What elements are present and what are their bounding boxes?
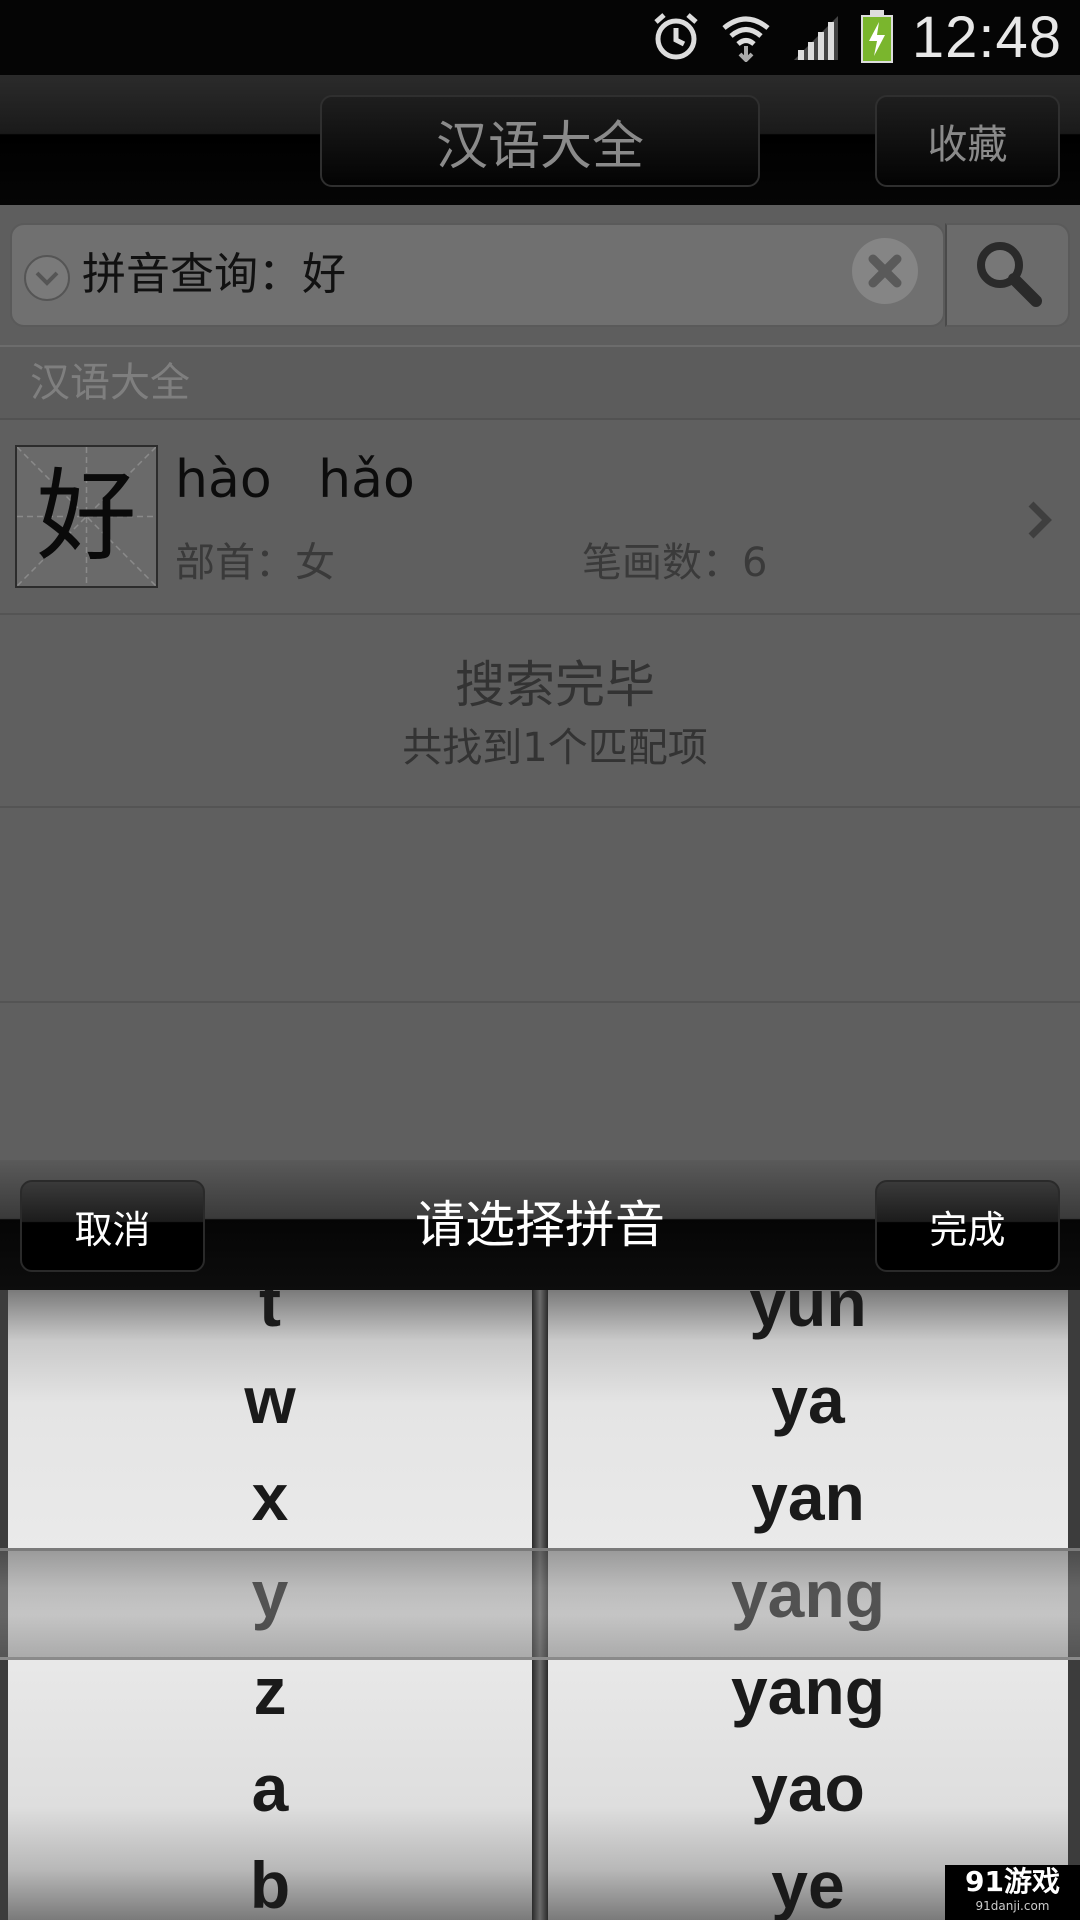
section-header: 汉语大全 xyxy=(0,345,1080,420)
picker-title: 请选择拼音 xyxy=(415,1196,665,1254)
search-status: 搜索完毕 共找到1个匹配项 xyxy=(0,615,1080,808)
done-button[interactable]: 完成 xyxy=(875,1180,1060,1272)
section-header-label: 汉语大全 xyxy=(30,360,190,406)
results-list: 好 hào hǎo 部首：女 笔画数：6 搜索完毕 共找到1个匹配项 xyxy=(0,420,1080,1160)
wheel-item-selected[interactable]: yang xyxy=(548,1546,1068,1643)
wheel-item[interactable]: ya xyxy=(548,1352,1068,1449)
search-area: 拼音查询：好 xyxy=(0,205,1080,345)
wheel-divider xyxy=(532,1290,548,1920)
search-input[interactable]: 拼音查询：好 xyxy=(10,223,945,327)
favorites-button[interactable]: 收藏 xyxy=(875,95,1060,187)
dropdown-icon[interactable] xyxy=(24,255,70,301)
wheel-item[interactable]: yao xyxy=(548,1740,1068,1837)
status-bar: 12:48 xyxy=(0,0,1080,75)
chevron-right-icon xyxy=(1025,500,1055,544)
initial-wheel[interactable]: t w x y z a b xyxy=(8,1290,532,1920)
wheel-item[interactable]: b xyxy=(8,1837,532,1920)
wheel-item[interactable]: z xyxy=(8,1643,532,1740)
wheel-item[interactable]: x xyxy=(8,1449,532,1546)
watermark-logo: 91游戏 91danji.com xyxy=(945,1865,1080,1920)
search-icon xyxy=(972,237,1044,313)
search-complete-title: 搜索完毕 xyxy=(455,656,655,714)
watermark-sub: 91danji.com xyxy=(975,1899,1050,1913)
empty-row xyxy=(0,808,1080,1003)
character-glyph: 好 xyxy=(36,458,137,575)
cancel-button[interactable]: 取消 xyxy=(20,1180,205,1272)
watermark-main: 91游戏 xyxy=(965,1865,1060,1898)
signal-icon xyxy=(790,10,842,66)
wheel-item[interactable]: yan xyxy=(548,1449,1068,1546)
status-icons: 12:48 xyxy=(650,0,1062,75)
search-query-text: 拼音查询：好 xyxy=(82,249,346,300)
status-time: 12:48 xyxy=(911,5,1062,70)
wheel-item[interactable]: a xyxy=(8,1740,532,1837)
list-item[interactable]: 好 hào hǎo 部首：女 笔画数：6 xyxy=(0,420,1080,615)
final-wheel[interactable]: yun ya yan yang yang yao ye xyxy=(548,1290,1068,1920)
wifi-icon xyxy=(720,10,772,66)
app-title: 汉语大全 xyxy=(320,95,760,187)
wheel-item[interactable]: yun xyxy=(548,1290,1068,1352)
alarm-icon xyxy=(650,10,702,66)
clear-icon[interactable] xyxy=(852,238,918,304)
picker-toolbar: 取消 请选择拼音 完成 xyxy=(0,1160,1080,1290)
character-box: 好 xyxy=(15,445,158,588)
battery-charging-icon xyxy=(860,8,894,68)
match-count-text: 共找到1个匹配项 xyxy=(402,725,708,771)
wheel-item-selected[interactable]: y xyxy=(8,1546,532,1643)
search-button[interactable] xyxy=(945,223,1070,327)
pinyin-text: hào hǎo xyxy=(175,450,415,510)
app-bar: 汉语大全 收藏 xyxy=(0,75,1080,205)
wheel-item[interactable]: t xyxy=(8,1290,532,1352)
wheel-item[interactable]: yang xyxy=(548,1643,1068,1740)
radical-text: 部首：女 xyxy=(175,540,335,586)
wheel-item[interactable]: w xyxy=(8,1352,532,1449)
stroke-count-text: 笔画数：6 xyxy=(582,540,768,586)
